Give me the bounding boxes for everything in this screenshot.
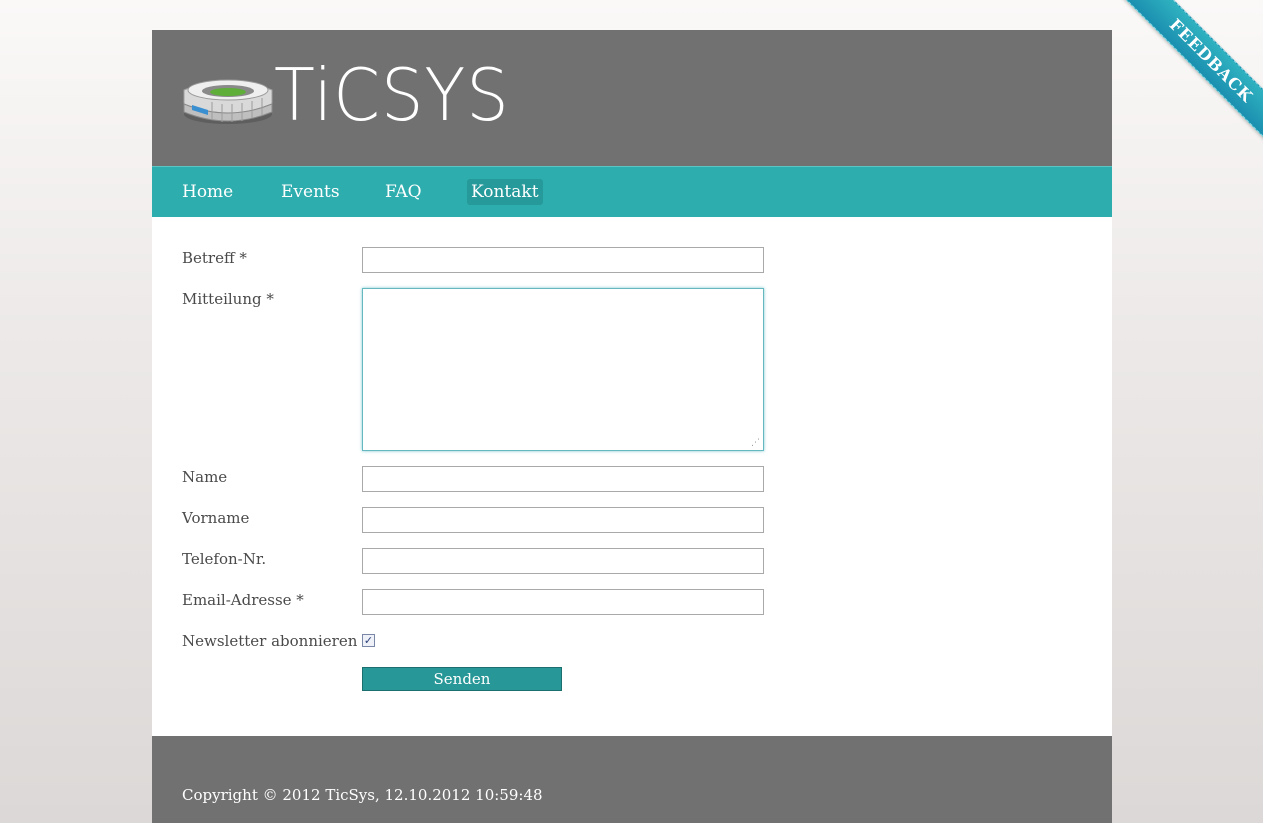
site-footer: Copyright © 2012 TicSys, 12.10.2012 10:5… [152,736,1112,823]
firstname-input[interactable] [362,507,764,533]
feedback-ribbon[interactable]: FEEDBACK [1121,0,1263,150]
phone-input[interactable] [362,548,764,574]
stadium-icon [183,79,273,124]
nav-item-home[interactable]: Home [178,179,237,205]
email-input[interactable] [362,589,764,615]
resize-grip-icon[interactable]: ⋰ [751,438,761,448]
message-textarea[interactable] [362,288,764,451]
phone-label: Telefon-Nr. [182,550,267,568]
nav-item-events[interactable]: Events [277,179,344,205]
name-label: Name [182,468,228,486]
newsletter-checkbox[interactable]: ✓ [362,634,375,647]
newsletter-label: Newsletter abonnieren [182,632,358,650]
page-container: TiCSYS Home Events FAQ Kontakt Betreff *… [152,30,1112,823]
nav-item-faq[interactable]: FAQ [381,179,426,205]
checkmark-icon: ✓ [363,634,374,647]
firstname-label: Vorname [182,509,250,527]
message-label: Mitteilung * [182,290,274,308]
main-nav: Home Events FAQ Kontakt [152,166,1112,217]
nav-item-kontakt[interactable]: Kontakt [467,179,543,205]
feedback-ribbon-container: FEEDBACK [1113,0,1263,150]
site-logo[interactable]: TiCSYS [182,58,509,133]
logo-wordmark: TiCSYS [274,53,510,137]
subject-input[interactable] [362,247,764,273]
site-header: TiCSYS [152,30,1112,166]
copyright-text: Copyright © 2012 TicSys, 12.10.2012 10:5… [182,786,543,804]
email-label: Email-Adresse * [182,591,304,609]
send-button[interactable]: Senden [362,667,562,691]
subject-label: Betreff * [182,249,247,267]
name-input[interactable] [362,466,764,492]
